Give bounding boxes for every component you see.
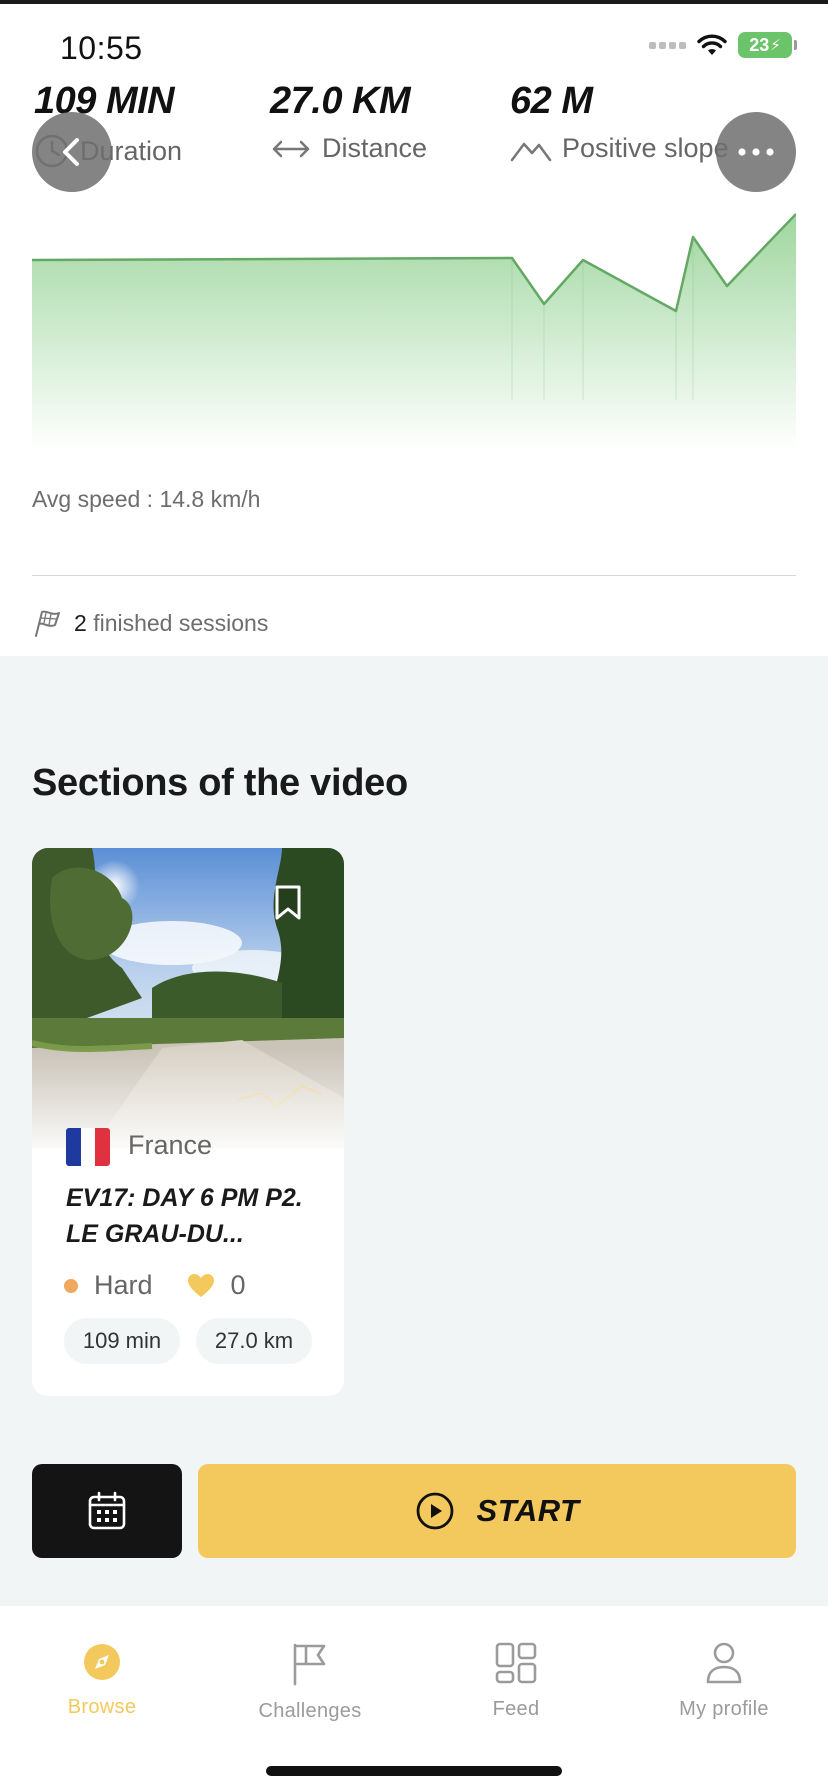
tab-feed-label: Feed — [492, 1698, 540, 1720]
sessions-count: 2 — [74, 609, 87, 636]
cellular-signal-icon — [649, 41, 686, 49]
finished-sessions: 2 finished sessions — [32, 608, 268, 638]
card-meta: Hard 0 — [64, 1270, 246, 1301]
more-dots-icon — [738, 148, 774, 156]
wifi-icon — [697, 34, 727, 55]
top-edge — [0, 0, 828, 4]
stat-distance-value: 27.0 KM — [270, 80, 411, 122]
stat-distance: 27.0 KM Distance — [270, 80, 427, 164]
card-duration-chip: 109 min — [64, 1318, 180, 1364]
battery-level: 23 — [749, 34, 770, 55]
stat-positive-slope: 62 M Positive slope — [510, 80, 729, 164]
tab-challenges[interactable]: Challenges — [220, 1642, 400, 1723]
france-flag-icon — [66, 1128, 110, 1166]
tab-browse-label: Browse — [67, 1696, 137, 1718]
tab-profile-label: My profile — [679, 1698, 769, 1720]
heart-icon — [187, 1273, 214, 1297]
calendar-icon — [88, 1491, 126, 1530]
stat-slope-label: Positive slope — [562, 133, 729, 163]
sections-title: Sections of the video — [32, 762, 408, 804]
charging-bolt-icon: ⚡ — [770, 37, 781, 54]
tab-feed[interactable]: Feed — [426, 1642, 606, 1721]
card-country: France — [128, 1130, 213, 1160]
tab-my-profile[interactable]: My profile — [634, 1642, 814, 1721]
schedule-button[interactable] — [32, 1464, 182, 1558]
bookmark-icon[interactable] — [274, 884, 302, 922]
play-circle-icon — [416, 1492, 453, 1530]
tab-challenges-label: Challenges — [258, 1700, 362, 1722]
battery-indicator: 23 ⚡ — [738, 32, 797, 58]
flag-icon — [293, 1643, 326, 1686]
difficulty-dot-icon — [64, 1278, 78, 1293]
card-difficulty: Hard — [94, 1270, 153, 1300]
more-options-button[interactable] — [716, 112, 796, 192]
grid-icon — [495, 1642, 537, 1684]
status-time: 10:55 — [60, 30, 143, 66]
elevation-area — [32, 214, 796, 450]
avg-speed-text: Avg speed : 14.8 km/h — [32, 486, 261, 512]
chevron-left-icon — [63, 138, 79, 166]
card-distance-chip: 27.0 km — [196, 1318, 312, 1364]
horizontal-arrows-icon — [272, 140, 310, 157]
bottom-tab-bar: Browse Challenges Feed My profile — [0, 1606, 828, 1792]
start-label: START — [476, 1493, 580, 1528]
back-button[interactable] — [32, 112, 112, 192]
elevation-profile-chart — [32, 213, 796, 450]
card-title: EV17: DAY 6 PM P2. LE GRAU-DU... — [66, 1184, 303, 1248]
stat-distance-label: Distance — [322, 133, 428, 163]
divider — [32, 575, 796, 576]
home-indicator — [266, 1766, 562, 1776]
mountain-icon — [510, 142, 552, 161]
person-icon — [706, 1642, 742, 1684]
sessions-label: finished sessions — [93, 609, 269, 636]
card-likes: 0 — [230, 1270, 246, 1300]
stat-slope-value: 62 M — [510, 80, 593, 122]
tab-browse[interactable]: Browse — [12, 1642, 192, 1719]
checkered-flag-icon — [35, 610, 60, 637]
start-button[interactable]: START — [198, 1464, 796, 1558]
video-section-card[interactable]: France EV17: DAY 6 PM P2. LE GRAU-DU... … — [32, 848, 344, 1396]
status-indicators: 23 ⚡ — [649, 32, 797, 58]
compass-icon — [84, 1644, 120, 1680]
